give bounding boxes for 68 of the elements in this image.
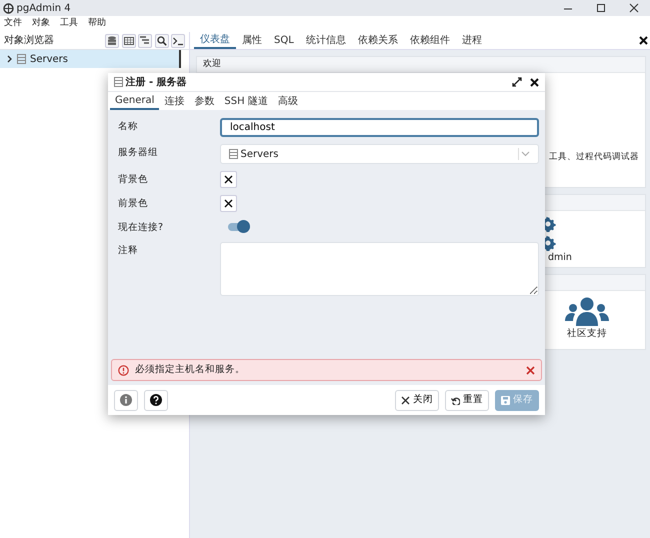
clear-icon xyxy=(224,199,233,208)
tree-label: Servers xyxy=(30,52,68,66)
table-icon[interactable] xyxy=(122,34,134,46)
panel-tab[interactable]: 属性 xyxy=(236,32,268,49)
chevron-icon xyxy=(521,151,530,157)
terminal-icon[interactable] xyxy=(172,34,184,46)
select-value: Servers xyxy=(240,148,280,162)
panel-tab[interactable]: 统计信息 xyxy=(300,32,352,49)
server-group-icon xyxy=(17,54,26,64)
comment-field[interactable] xyxy=(220,242,539,296)
color-button[interactable] xyxy=(220,195,237,212)
error-message: 必须指定主机名和服务。 xyxy=(135,362,246,377)
panel-tab[interactable]: 仪表盘 xyxy=(194,32,236,49)
chevron-icon xyxy=(6,55,13,63)
clear-icon xyxy=(224,175,233,184)
menu-item[interactable]: 文件 xyxy=(4,17,22,31)
people-icon xyxy=(564,297,610,327)
globe-icon xyxy=(3,2,14,14)
dialog-tab[interactable]: 高级 xyxy=(272,92,303,110)
search-icon[interactable] xyxy=(156,34,168,46)
filter-icon[interactable] xyxy=(139,34,151,46)
menu-item[interactable]: 对象 xyxy=(32,17,50,31)
reset-icon xyxy=(451,396,460,404)
panel-tab[interactable]: 依赖组件 xyxy=(404,32,456,49)
menu-item[interactable]: 帮助 xyxy=(88,17,106,31)
card-text: 社区支持 xyxy=(567,327,607,341)
info-button[interactable] xyxy=(114,390,138,410)
connect-switch[interactable] xyxy=(228,223,250,231)
info-icon xyxy=(120,394,132,406)
name-field[interactable]: localhost xyxy=(220,118,539,137)
panel-tab[interactable]: 进程 xyxy=(456,32,488,49)
menu-item[interactable]: 工具 xyxy=(60,17,78,31)
close-icon[interactable] xyxy=(628,3,640,13)
field-label: 现在连接? xyxy=(118,221,164,235)
database-icon[interactable] xyxy=(106,34,118,46)
help-icon xyxy=(150,394,162,406)
field-label: 注释 xyxy=(118,244,139,258)
field-label: 背景色 xyxy=(118,173,149,187)
card-text: dmin xyxy=(548,251,573,265)
server-group-icon xyxy=(229,149,238,159)
save-icon xyxy=(501,396,510,404)
color-button[interactable] xyxy=(220,171,237,188)
expand-icon[interactable] xyxy=(512,77,522,87)
server-group-icon xyxy=(114,77,123,87)
warning-icon xyxy=(118,364,129,376)
close-icon xyxy=(401,396,410,404)
help-button[interactable] xyxy=(144,390,168,410)
card-text: 工具、过程代码调试器 xyxy=(549,151,639,164)
dialog-tab[interactable]: General xyxy=(110,92,160,110)
reset-button[interactable]: 重置 xyxy=(445,390,489,410)
field-label: 服务器组 xyxy=(118,146,159,160)
close-button[interactable]: 关闭 xyxy=(395,390,439,410)
field-label: 前景色 xyxy=(118,197,149,211)
close-icon[interactable] xyxy=(530,78,539,86)
panel-tab[interactable]: 依赖关系 xyxy=(352,32,404,49)
tree-item[interactable]: Servers xyxy=(0,50,181,68)
dialog-tab[interactable]: 参数 xyxy=(189,92,220,110)
maximize-icon[interactable] xyxy=(594,3,606,13)
panel-title: 对象浏览器 xyxy=(4,34,55,48)
close-icon[interactable] xyxy=(638,36,648,45)
card-title: 欢迎 xyxy=(197,57,645,73)
dialog-tab[interactable]: 连接 xyxy=(159,92,190,110)
panel-tab[interactable]: SQL xyxy=(268,32,300,49)
dialog-title: 注册 - 服务器 xyxy=(126,75,188,90)
field-label: 名称 xyxy=(118,120,139,134)
dialog-tab[interactable]: SSH 隧道 xyxy=(219,92,273,110)
group-select[interactable]: Servers xyxy=(220,144,539,164)
window-title: pgAdmin 4 xyxy=(16,2,71,16)
